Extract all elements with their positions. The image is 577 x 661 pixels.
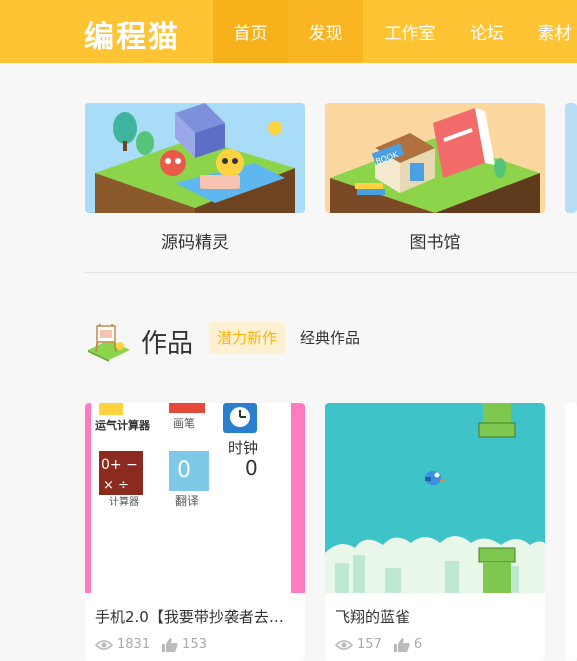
thumb-label-luck-calc: 运气计算器 <box>95 418 151 432</box>
thumbs-up-icon <box>162 637 178 652</box>
tab-potential-new[interactable]: 潜力新作 <box>209 322 286 354</box>
easel-icon <box>86 316 132 362</box>
eye-icon <box>95 639 113 650</box>
view-count: 157 <box>357 637 382 652</box>
work-title[interactable]: 手机2.0【我要带抄袭者去死！】 <box>95 606 295 627</box>
section-divider <box>85 272 577 273</box>
like-count: 153 <box>182 637 207 652</box>
thumb-label-pen: 画笔 <box>173 416 195 430</box>
view-count: 1831 <box>117 637 151 652</box>
nav-discover[interactable]: 发现 <box>288 0 363 63</box>
feature-card-partial[interactable] <box>565 103 577 213</box>
top-navbar: 编程猫 首页 发现 工作室 论坛 素材 <box>0 0 577 63</box>
library-illustration: BOOK <box>325 103 545 213</box>
thumbs-up-icon <box>393 637 410 652</box>
thumb-label-calculator: 计算器 <box>109 495 139 508</box>
works-title: 作品 <box>141 329 194 359</box>
work-card-partial[interactable] <box>565 403 577 661</box>
nav-home[interactable]: 首页 <box>213 0 288 63</box>
nav-studio[interactable]: 工作室 <box>363 0 457 63</box>
work-card[interactable]: 飞翔的蓝雀 157 6 <box>325 403 545 661</box>
feature-label-library[interactable]: 图书馆 <box>325 228 545 253</box>
like-count: 6 <box>413 637 423 652</box>
work-thumbnail[interactable]: 运气计算器 画笔 时钟 0 0+ − × ÷ 计算器 0 翻译 <box>85 403 305 593</box>
thumb-label-clock: 时钟 <box>228 439 258 457</box>
work-thumbnail[interactable] <box>325 403 545 593</box>
work-card[interactable]: 运气计算器 画笔 时钟 0 0+ − × ÷ 计算器 0 翻译 手机2.0【我要… <box>85 403 305 661</box>
site-logo[interactable]: 编程猫 <box>84 12 180 56</box>
eye-icon <box>335 639 353 650</box>
thumb-label-translate: 翻译 <box>175 494 199 508</box>
main-nav: 首页 发现 工作室 论坛 素材 <box>213 0 577 63</box>
nav-materials[interactable]: 素材 <box>517 0 577 63</box>
svg-text:0: 0 <box>177 458 191 483</box>
feature-label-source-sprite[interactable]: 源码精灵 <box>85 228 305 253</box>
work-title[interactable]: 飞翔的蓝雀 <box>335 606 535 627</box>
tab-classic[interactable]: 经典作品 <box>292 322 368 354</box>
svg-text:0+ −: 0+ − <box>101 457 138 473</box>
island-illustration <box>85 103 305 213</box>
work-stats: 1831 153 <box>95 637 219 652</box>
feature-card-source-sprite[interactable] <box>85 103 305 213</box>
work-stats: 157 6 <box>335 637 434 652</box>
svg-text:0: 0 <box>245 456 258 480</box>
svg-text:× ÷: × ÷ <box>103 478 129 493</box>
nav-forum[interactable]: 论坛 <box>457 0 517 63</box>
feature-card-library[interactable]: BOOK <box>325 103 545 213</box>
